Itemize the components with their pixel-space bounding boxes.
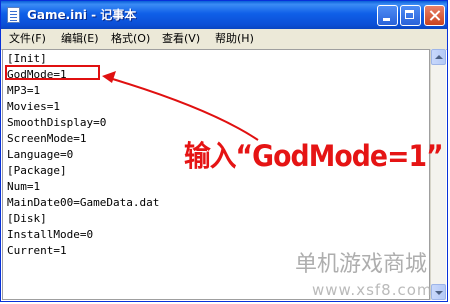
annotation-text: 输入“GodMode=1” — [184, 139, 444, 173]
editor-line: Current=1 — [7, 244, 67, 257]
close-button[interactable] — [424, 5, 445, 26]
menu-view[interactable]: 查看(V) — [162, 31, 200, 47]
menu-help[interactable]: 帮助(H) — [215, 31, 254, 47]
menu-bar: 文件(F) 编辑(E) 格式(O) 查看(V) 帮助(H) — [1, 29, 447, 50]
scroll-down-icon[interactable] — [431, 284, 446, 300]
minimize-button[interactable] — [377, 5, 398, 26]
scroll-up-icon[interactable] — [431, 49, 446, 65]
editor-line: ScreenMode=1 — [7, 132, 87, 145]
menu-edit[interactable]: 编辑(E) — [61, 31, 99, 47]
editor-line: SmoothDisplay=0 — [7, 116, 107, 129]
godmode-highlight-box — [5, 65, 100, 80]
editor-line: Movies=1 — [7, 100, 60, 113]
editor-line: InstallMode=0 — [7, 228, 94, 241]
maximize-button[interactable] — [400, 5, 421, 26]
notepad-icon — [7, 7, 20, 23]
editor-line: [Disk] — [7, 212, 47, 225]
editor-line: MainDate00=GameData.dat — [7, 196, 160, 209]
menu-file[interactable]: 文件(F) — [9, 31, 46, 47]
editor-line: MP3=1 — [7, 84, 41, 97]
watermark-site-name: 单机游戏商城 — [295, 252, 428, 277]
editor-line: Num=1 — [7, 180, 41, 193]
editor-line: Language=0 — [7, 148, 74, 161]
menu-format[interactable]: 格式(O) — [111, 31, 150, 47]
title-bar[interactable]: Game.ini - 记事本 — [1, 1, 447, 29]
watermark-url: www.xsf8.com — [312, 281, 433, 299]
window-title: Game.ini - 记事本 — [27, 8, 137, 22]
editor-line: [Package] — [7, 164, 67, 177]
